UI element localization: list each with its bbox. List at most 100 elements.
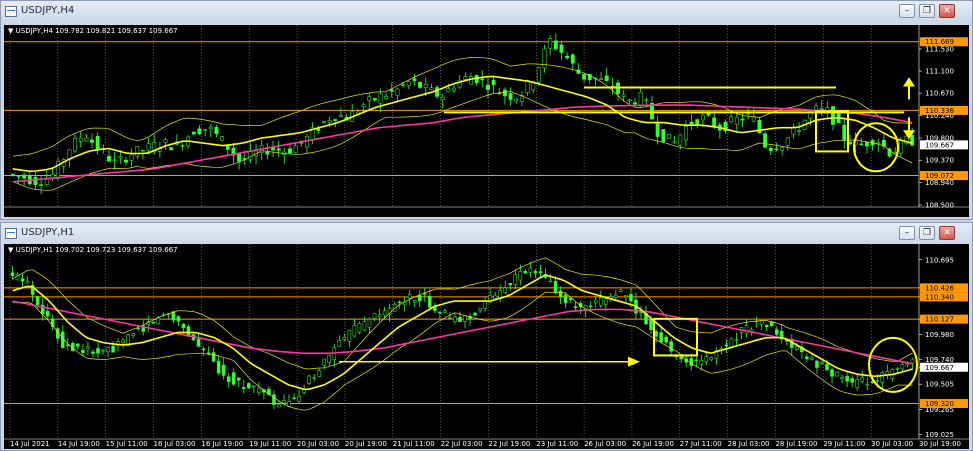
candle-body: [469, 76, 473, 85]
candle-body: [412, 300, 417, 303]
candle-body: [61, 331, 65, 349]
candle-body: [131, 333, 135, 336]
time-tick-label: 20 Jul 19:00: [345, 440, 387, 448]
annotation-ellipse: [853, 122, 899, 173]
level-label: 109.072: [925, 172, 954, 180]
ohlc-text: USDJPY,H1 109.702 109.723 109.637 109.66…: [15, 246, 178, 254]
candle-body: [582, 73, 587, 80]
candle-body: [181, 323, 186, 329]
time-tick-label: 28 Jul 19:00: [775, 440, 817, 448]
candle-body: [321, 121, 326, 123]
candle-body: [502, 89, 507, 97]
candle-body: [614, 294, 618, 298]
candle-body: [503, 287, 507, 293]
minimize-icon[interactable]: –: [899, 4, 915, 18]
candle-body: [384, 95, 389, 100]
candle-body: [412, 78, 417, 81]
candle-body: [163, 139, 168, 143]
chart-window-h1[interactable]: USDJPY,H1 – ❐ ✕ 110.695 110.426110.340 110…: [0, 222, 973, 451]
candle-body: [214, 127, 219, 135]
candle-body: [171, 311, 176, 321]
close-icon[interactable]: ✕: [939, 4, 955, 18]
time-tick-label: 26 Jul 03:00: [584, 440, 626, 448]
chart-plot-h4[interactable]: 111.530 111.100 110.670 110.240 109.800 109.3…: [4, 25, 969, 217]
chart-window-h4[interactable]: USDJPY,H4 – ❐ ✕ 111.530 111.100 110.670 110…: [0, 0, 973, 220]
candle-body: [570, 54, 575, 64]
candle-body: [86, 346, 90, 349]
level-label: 109.320: [925, 400, 954, 408]
candle-body: [429, 87, 434, 90]
ohlc-info: ▼ USDJPY,H4 109.782 109.821 109.637 109.…: [8, 27, 178, 35]
candle-body: [361, 104, 366, 108]
candle-body: [252, 385, 256, 387]
candle-body: [514, 99, 519, 102]
window-titlebar[interactable]: USDJPY,H1 – ❐ ✕: [1, 223, 972, 245]
candle-body: [146, 143, 151, 151]
candle-body: [169, 147, 174, 151]
candle-body: [35, 296, 40, 305]
candle-body: [237, 153, 242, 162]
candle-body: [764, 324, 769, 327]
price-tick-label: 109.980: [925, 331, 954, 339]
window-titlebar[interactable]: USDJPY,H4 – ❐ ✕: [1, 1, 972, 23]
candle-body: [106, 347, 110, 353]
candle-body: [493, 295, 497, 299]
candle-body: [378, 93, 383, 104]
candle-body: [694, 359, 699, 361]
candle-body: [357, 322, 362, 333]
upper-band: [12, 57, 913, 157]
candle-body: [377, 314, 382, 318]
candle-body: [661, 129, 666, 142]
candle-body: [338, 115, 343, 117]
candle-body: [33, 176, 38, 186]
price-tick-label: 111.530: [925, 45, 954, 53]
level-label: 110.127: [925, 316, 954, 324]
candle-body: [797, 130, 801, 132]
candle-body: [272, 394, 276, 405]
candle-body: [135, 146, 140, 157]
candle-body: [231, 372, 236, 385]
time-tick-label: 15 Jul 11:00: [106, 440, 148, 448]
price-tick-label: 108.500: [925, 202, 954, 210]
candle-body: [111, 345, 115, 353]
candle-body: [220, 136, 225, 141]
price-tick-label: 109.025: [925, 431, 954, 439]
close-icon[interactable]: ✕: [939, 226, 955, 240]
restore-icon[interactable]: ❐: [919, 226, 935, 240]
annotation-arrowhead: [628, 356, 640, 367]
candle-body: [271, 147, 275, 151]
candle-body: [428, 296, 432, 308]
annotation-arrowhead-up: [903, 77, 915, 87]
candle-body: [667, 133, 671, 139]
candle-body: [508, 283, 513, 286]
chart-plot-h1[interactable]: 110.695110.426110.340110.127109.980109.7…: [4, 244, 969, 449]
current-price-label: 109.667: [925, 141, 954, 149]
restore-icon[interactable]: ❐: [919, 4, 935, 18]
candle-body: [20, 278, 25, 282]
minimize-icon[interactable]: –: [899, 226, 915, 240]
candle-body: [599, 78, 604, 80]
candle-body: [563, 294, 568, 304]
candle-body: [565, 55, 570, 59]
candle-body: [257, 387, 261, 393]
candle-body: [633, 102, 637, 105]
candle-body: [443, 310, 447, 313]
candle-body: [860, 377, 864, 382]
candle-body: [548, 280, 553, 283]
candle-body: [407, 294, 412, 299]
ohlc-text: USDJPY,H4 109.782 109.821 109.637 109.66…: [15, 27, 178, 35]
candle-body: [196, 338, 201, 347]
candle-body: [76, 343, 80, 347]
candle-body: [448, 317, 452, 319]
candle-body: [287, 400, 291, 407]
candle-body: [265, 151, 270, 155]
candle-body: [307, 375, 311, 384]
candle-body: [317, 370, 321, 377]
current-price-label: 109.667: [925, 364, 954, 372]
time-tick-label: 26 Jul 19:00: [632, 440, 674, 448]
candle-body: [845, 376, 849, 382]
candle-body: [842, 124, 847, 141]
candle-body: [22, 174, 27, 179]
candle-body: [73, 137, 77, 152]
time-tick-label: 30 Jul 19:00: [919, 440, 961, 448]
